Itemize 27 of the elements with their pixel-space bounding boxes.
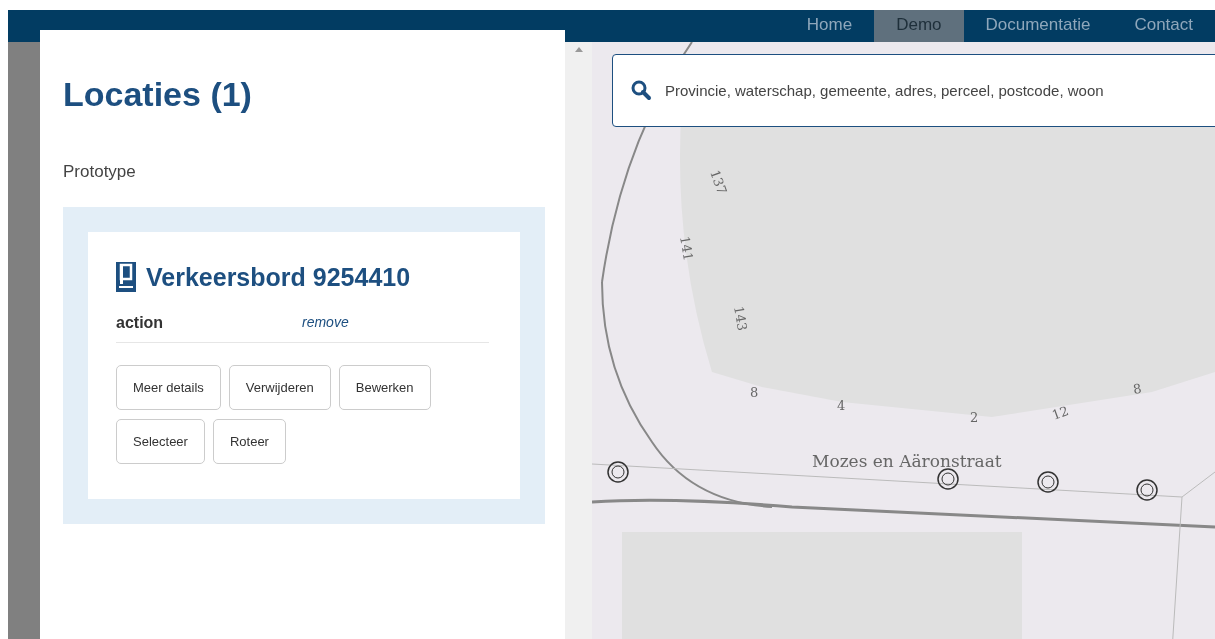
action-button[interactable]: Meer details (116, 365, 221, 410)
nav-link[interactable]: Contact (1112, 10, 1215, 42)
field-label: action (116, 314, 165, 332)
action-button[interactable]: Verwijderen (228, 365, 331, 410)
scroll-up-icon[interactable] (573, 45, 584, 53)
parking-sign-icon (116, 262, 136, 292)
action-button[interactable]: Bewerken (338, 365, 431, 410)
panel-title: Locaties (1) (63, 75, 253, 114)
panel-subtitle: Prototype (63, 162, 137, 182)
house-number: 12 (1049, 403, 1071, 423)
house-number: 2 (970, 410, 979, 425)
action-button[interactable]: Roteer (212, 419, 286, 464)
nav-link[interactable]: Home (784, 10, 875, 42)
house-number: 4 (837, 398, 846, 413)
house-number: 8 (1131, 380, 1143, 397)
house-number: 137 (707, 167, 730, 197)
search-field[interactable]: Provincie, waterschap, gemeente, adres, perceel, postcode, woon (612, 54, 1215, 127)
nav-link[interactable]: Documentatie (963, 10, 1113, 42)
house-number: 141 (677, 234, 697, 262)
house-number: 8 (750, 385, 759, 400)
action-button[interactable]: Selecteer (116, 419, 205, 464)
house-number: 143 (731, 304, 751, 332)
search-icon (630, 79, 652, 101)
field-value: remove (302, 314, 349, 332)
card-title: Verkeersbord 9254410 (146, 262, 411, 292)
street-label: Mozes en Aäronstraat (812, 451, 1002, 471)
scrollbar[interactable] (565, 42, 592, 639)
